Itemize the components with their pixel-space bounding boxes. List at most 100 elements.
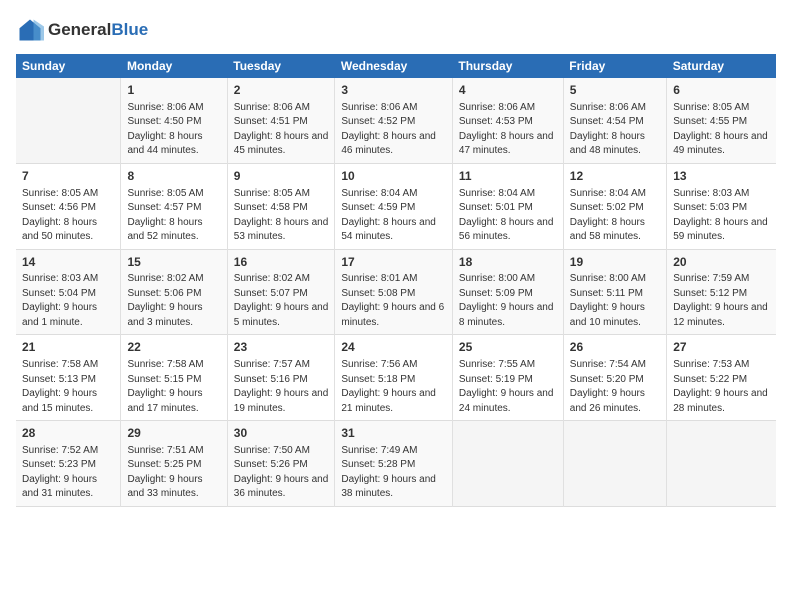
week-row-1: 1 Sunrise: 8:06 AMSunset: 4:50 PMDaylight… bbox=[16, 78, 776, 163]
calendar-cell: 24 Sunrise: 7:56 AMSunset: 5:18 PMDayligh… bbox=[335, 335, 453, 421]
day-info: Sunrise: 7:56 AMSunset: 5:18 PMDaylight:… bbox=[341, 358, 446, 416]
day-info: Sunrise: 8:05 AMSunset: 4:57 PMDaylight:… bbox=[127, 187, 220, 245]
day-number: 22 bbox=[127, 339, 220, 356]
calendar-cell: 3Sunrise: 8:06 AMSunset: 4:52 PMDaylight… bbox=[335, 78, 453, 163]
day-info: Sunrise: 8:00 AMSunset: 5:09 PMDaylight:… bbox=[459, 272, 557, 330]
calendar-cell: 23 Sunrise: 7:57 AMSunset: 5:16 PMDayligh… bbox=[227, 335, 335, 421]
day-info: Sunrise: 8:05 AMSunset: 4:58 PMDaylight:… bbox=[234, 187, 329, 245]
calendar-cell bbox=[667, 421, 776, 507]
calendar-cell: 5 Sunrise: 8:06 AMSunset: 4:54 PMDaylight… bbox=[563, 78, 666, 163]
day-number: 18 bbox=[459, 254, 557, 271]
weekday-header-friday: Friday bbox=[563, 54, 666, 78]
day-number: 16 bbox=[234, 254, 329, 271]
day-info: Sunrise: 7:58 AMSunset: 5:13 PMDaylight:… bbox=[22, 358, 114, 416]
day-number: 4 bbox=[459, 82, 557, 99]
calendar-cell: 1 Sunrise: 8:06 AMSunset: 4:50 PMDaylight… bbox=[121, 78, 227, 163]
day-info: Sunrise: 8:01 AMSunset: 5:08 PMDaylight:… bbox=[341, 272, 446, 330]
day-number: 28 bbox=[22, 425, 114, 442]
calendar-cell: 14Sunrise: 8:03 AMSunset: 5:04 PMDayligh… bbox=[16, 249, 121, 335]
day-number: 24 bbox=[341, 339, 446, 356]
day-info: Sunrise: 8:04 AMSunset: 5:02 PMDaylight:… bbox=[570, 187, 660, 245]
calendar-cell: 16Sunrise: 8:02 AMSunset: 5:07 PMDayligh… bbox=[227, 249, 335, 335]
day-info: Sunrise: 7:55 AMSunset: 5:19 PMDaylight:… bbox=[459, 358, 557, 416]
calendar-cell: 28 Sunrise: 7:52 AMSunset: 5:23 PMDayligh… bbox=[16, 421, 121, 507]
day-number: 15 bbox=[127, 254, 220, 271]
weekday-header-tuesday: Tuesday bbox=[227, 54, 335, 78]
day-number: 14 bbox=[22, 254, 114, 271]
day-info: Sunrise: 8:06 AMSunset: 4:54 PMDaylight:… bbox=[570, 101, 660, 159]
day-info: Sunrise: 8:00 AMSunset: 5:11 PMDaylight:… bbox=[570, 272, 660, 330]
day-info: Sunrise: 8:05 AMSunset: 4:55 PMDaylight:… bbox=[673, 101, 770, 159]
calendar-cell: 27 Sunrise: 7:53 AMSunset: 5:22 PMDayligh… bbox=[667, 335, 776, 421]
day-number: 31 bbox=[341, 425, 446, 442]
header: GeneralBlue bbox=[16, 16, 776, 44]
day-info: Sunrise: 8:03 AMSunset: 5:03 PMDaylight:… bbox=[673, 187, 770, 245]
calendar-cell: 4 Sunrise: 8:06 AMSunset: 4:53 PMDaylight… bbox=[452, 78, 563, 163]
calendar-cell bbox=[452, 421, 563, 507]
day-number: 13 bbox=[673, 168, 770, 185]
day-info: Sunrise: 8:06 AMSunset: 4:51 PMDaylight:… bbox=[234, 101, 329, 159]
calendar-cell: 7 Sunrise: 8:05 AMSunset: 4:56 PMDaylight… bbox=[16, 163, 121, 249]
day-info: Sunrise: 7:58 AMSunset: 5:15 PMDaylight:… bbox=[127, 358, 220, 416]
week-row-3: 14Sunrise: 8:03 AMSunset: 5:04 PMDayligh… bbox=[16, 249, 776, 335]
week-row-4: 21 Sunrise: 7:58 AMSunset: 5:13 PMDayligh… bbox=[16, 335, 776, 421]
weekday-header-monday: Monday bbox=[121, 54, 227, 78]
logo: GeneralBlue bbox=[16, 16, 148, 44]
day-number: 25 bbox=[459, 339, 557, 356]
weekday-header-saturday: Saturday bbox=[667, 54, 776, 78]
day-number: 23 bbox=[234, 339, 329, 356]
calendar-cell: 9Sunrise: 8:05 AMSunset: 4:58 PMDaylight… bbox=[227, 163, 335, 249]
calendar-cell: 8Sunrise: 8:05 AMSunset: 4:57 PMDaylight… bbox=[121, 163, 227, 249]
week-row-2: 7 Sunrise: 8:05 AMSunset: 4:56 PMDaylight… bbox=[16, 163, 776, 249]
header-row: SundayMondayTuesdayWednesdayThursdayFrid… bbox=[16, 54, 776, 78]
day-info: Sunrise: 8:02 AMSunset: 5:07 PMDaylight:… bbox=[234, 272, 329, 330]
day-info: Sunrise: 8:05 AMSunset: 4:56 PMDaylight:… bbox=[22, 187, 114, 245]
day-info: Sunrise: 8:02 AMSunset: 5:06 PMDaylight:… bbox=[127, 272, 220, 330]
day-number: 11 bbox=[459, 168, 557, 185]
day-number: 12 bbox=[570, 168, 660, 185]
day-number: 17 bbox=[341, 254, 446, 271]
calendar-cell: 25 Sunrise: 7:55 AMSunset: 5:19 PMDayligh… bbox=[452, 335, 563, 421]
day-info: Sunrise: 7:51 AMSunset: 5:25 PMDaylight:… bbox=[127, 444, 220, 502]
day-info: Sunrise: 7:54 AMSunset: 5:20 PMDaylight:… bbox=[570, 358, 660, 416]
calendar-cell: 20Sunrise: 7:59 AMSunset: 5:12 PMDayligh… bbox=[667, 249, 776, 335]
calendar-cell: 18Sunrise: 8:00 AMSunset: 5:09 PMDayligh… bbox=[452, 249, 563, 335]
day-info: Sunrise: 8:06 AMSunset: 4:50 PMDaylight:… bbox=[127, 101, 220, 159]
day-number: 29 bbox=[127, 425, 220, 442]
day-info: Sunrise: 8:04 AMSunset: 5:01 PMDaylight:… bbox=[459, 187, 557, 245]
day-number: 10 bbox=[341, 168, 446, 185]
calendar-cell: 11 Sunrise: 8:04 AMSunset: 5:01 PMDayligh… bbox=[452, 163, 563, 249]
calendar-cell: 19Sunrise: 8:00 AMSunset: 5:11 PMDayligh… bbox=[563, 249, 666, 335]
day-info: Sunrise: 7:52 AMSunset: 5:23 PMDaylight:… bbox=[22, 444, 114, 502]
calendar-cell: 17Sunrise: 8:01 AMSunset: 5:08 PMDayligh… bbox=[335, 249, 453, 335]
calendar-cell bbox=[16, 78, 121, 163]
day-info: Sunrise: 7:49 AMSunset: 5:28 PMDaylight:… bbox=[341, 444, 446, 502]
weekday-header-wednesday: Wednesday bbox=[335, 54, 453, 78]
calendar-cell bbox=[563, 421, 666, 507]
day-number: 27 bbox=[673, 339, 770, 356]
calendar-cell: 10 Sunrise: 8:04 AMSunset: 4:59 PMDayligh… bbox=[335, 163, 453, 249]
day-number: 5 bbox=[570, 82, 660, 99]
day-number: 21 bbox=[22, 339, 114, 356]
day-number: 6 bbox=[673, 82, 770, 99]
logo-icon bbox=[16, 16, 44, 44]
calendar-cell: 21 Sunrise: 7:58 AMSunset: 5:13 PMDayligh… bbox=[16, 335, 121, 421]
day-info: Sunrise: 8:04 AMSunset: 4:59 PMDaylight:… bbox=[341, 187, 446, 245]
day-number: 26 bbox=[570, 339, 660, 356]
page-container: GeneralBlue SundayMondayTuesdayWednesday… bbox=[0, 0, 792, 612]
day-number: 30 bbox=[234, 425, 329, 442]
calendar-cell: 15Sunrise: 8:02 AMSunset: 5:06 PMDayligh… bbox=[121, 249, 227, 335]
week-row-5: 28 Sunrise: 7:52 AMSunset: 5:23 PMDayligh… bbox=[16, 421, 776, 507]
day-info: Sunrise: 8:06 AMSunset: 4:53 PMDaylight:… bbox=[459, 101, 557, 159]
weekday-header-thursday: Thursday bbox=[452, 54, 563, 78]
calendar-cell: 29 Sunrise: 7:51 AMSunset: 5:25 PMDayligh… bbox=[121, 421, 227, 507]
day-info: Sunrise: 7:57 AMSunset: 5:16 PMDaylight:… bbox=[234, 358, 329, 416]
day-number: 1 bbox=[127, 82, 220, 99]
calendar-cell: 12 Sunrise: 8:04 AMSunset: 5:02 PMDayligh… bbox=[563, 163, 666, 249]
day-number: 3 bbox=[341, 82, 446, 99]
weekday-header-sunday: Sunday bbox=[16, 54, 121, 78]
day-number: 19 bbox=[570, 254, 660, 271]
day-info: Sunrise: 7:53 AMSunset: 5:22 PMDaylight:… bbox=[673, 358, 770, 416]
calendar-cell: 26 Sunrise: 7:54 AMSunset: 5:20 PMDayligh… bbox=[563, 335, 666, 421]
day-number: 7 bbox=[22, 168, 114, 185]
